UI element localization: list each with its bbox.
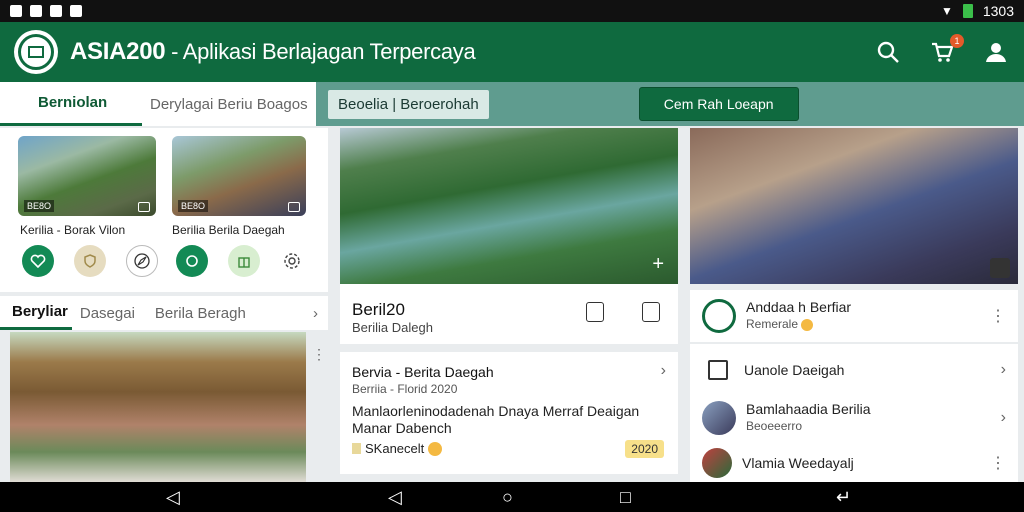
chevron-right-icon[interactable]: › [661,362,666,380]
clock: 1303 [982,3,1014,19]
list-item[interactable]: Uanole Daeigah › [690,344,1018,396]
search-icon[interactable] [874,38,902,66]
list-item-title: Bamlahaadia Berilia [746,401,871,417]
wifi-icon: ▼ [940,4,953,18]
list-item-sub: Beoeeerro [746,419,803,433]
section-tabs: Beryliar Dasegai Berila Beragh › [0,296,328,330]
heart-icon[interactable] [22,245,54,277]
news-footer: SKanecelt [352,441,443,456]
home-icon[interactable]: ○ [502,487,513,508]
share-icon[interactable] [138,202,150,212]
section-tab-beryliar[interactable]: Beryliar [0,296,72,330]
more-icon[interactable]: ⋮ [990,306,1006,326]
filter-chip[interactable]: Beoelia | Beroerohah [328,89,489,119]
video-thumbnail[interactable]: BE8O [18,136,156,216]
more-icon[interactable]: ⋮ [312,346,326,363]
avatar [702,299,736,333]
flag-icon[interactable] [642,302,660,322]
chevron-right-icon[interactable]: › [1001,409,1006,427]
hero-title: Beril20 [352,300,405,319]
tab-row: Berniolan Derylagai Beriu Boagos Beoelia… [0,82,1024,126]
fullscreen-icon[interactable] [990,258,1010,278]
list-item[interactable]: Bamlahaadia Berilia Beoeeerro › [690,392,1018,444]
user-icon[interactable] [982,38,1010,66]
system-nav-bar: ◁ ◁ ○ □ ↵ [0,482,1024,512]
avatar [702,448,732,478]
news-card[interactable]: Bervia - Berita Daegah › Berriia - Flori… [340,352,678,474]
app-logo[interactable] [14,30,58,74]
video-tag: BE8O [178,200,209,212]
cta-button[interactable]: Cem Rah Loeapn [638,87,799,121]
back-icon[interactable]: ◁ [166,487,180,508]
bookmark-icon[interactable] [176,245,208,277]
bookmark-outline-icon[interactable] [586,302,604,322]
return-icon[interactable]: ↵ [836,487,851,508]
list-item-title: Vlamia Weedayalj [742,454,854,471]
emoji-icon [801,318,814,331]
list-item-title: Anddaa h Berfiar [746,299,852,315]
chevron-right-icon[interactable]: › [313,305,328,322]
back-icon[interactable]: ◁ [388,487,402,508]
notification-icon [70,5,82,17]
recents-icon[interactable]: □ [620,487,631,508]
app-tagline: - Aplikasi Berlajagan Terpercaya [165,39,476,64]
notification-icon [10,5,22,17]
shield-icon[interactable] [74,245,106,277]
tag-icon [352,443,361,454]
news-footer-text: SKanecelt [365,441,425,456]
video-tag: BE8O [24,200,55,212]
chevron-right-icon[interactable]: › [1001,361,1006,379]
notification-icon [30,5,42,17]
list-item-title: Uanole Daeigah [744,361,845,378]
news-meta: Berriia - Florid 2020 [352,382,458,396]
emoji-icon [428,441,443,456]
feature-image[interactable] [10,332,306,482]
news-title: Bervia - Berita Daegah [352,364,494,380]
hero-card[interactable]: Beril20 Berilia Dalegh [340,284,678,344]
share-icon[interactable] [288,202,300,212]
news-body: Manar Dabench [352,420,452,436]
cart-icon[interactable]: 1 [928,34,964,66]
app-name: ASIA200 [70,38,166,65]
hero-subtitle: Berilia Dalegh [352,320,433,335]
notification-icon [50,5,62,17]
cart-badge: 1 [950,34,964,48]
presenter-video[interactable] [690,128,1018,284]
section-tab-berila[interactable]: Berila Beragh [135,305,246,322]
video-caption: Kerilia - Borak Vilon [20,223,126,237]
app-bar: ASIA200 - Aplikasi Berlajagan Terpercaya… [0,22,1024,82]
status-bar: ▼ 1303 [0,0,1024,22]
list-item[interactable]: Vlamia Weedayalj ⋮ [690,444,1018,482]
more-icon[interactable]: ⋮ [990,453,1006,473]
section-tab-dasegai[interactable]: Dasegai [72,305,135,322]
add-icon[interactable]: + [652,253,664,276]
battery-icon [962,4,973,18]
hero-image[interactable]: + [340,128,678,284]
avatar [702,401,736,435]
video-thumbnail[interactable]: BE8O [172,136,306,216]
list-item[interactable]: Anddaa h Berfiar Remerale ⋮ [690,290,1018,342]
app-title: ASIA200 - Aplikasi Berlajagan Terpercaya [70,38,476,66]
checkbox-icon[interactable] [708,360,728,380]
news-body: Manlaorleninodadenah Dnaya Merraf Deaiga… [352,403,640,419]
tab-berniolan[interactable]: Berniolan [0,82,142,126]
tab-derylagai[interactable]: Derylagai Beriu Boagos [142,82,308,126]
notification-icons [10,5,82,17]
gift-icon[interactable] [228,245,260,277]
video-caption: Berilia Berila Daegah [172,223,285,237]
list-item-sub: Remerale [746,316,851,333]
settings-icon[interactable] [276,245,308,277]
year-badge: 2020 [625,440,664,458]
compass-icon[interactable] [126,245,158,277]
